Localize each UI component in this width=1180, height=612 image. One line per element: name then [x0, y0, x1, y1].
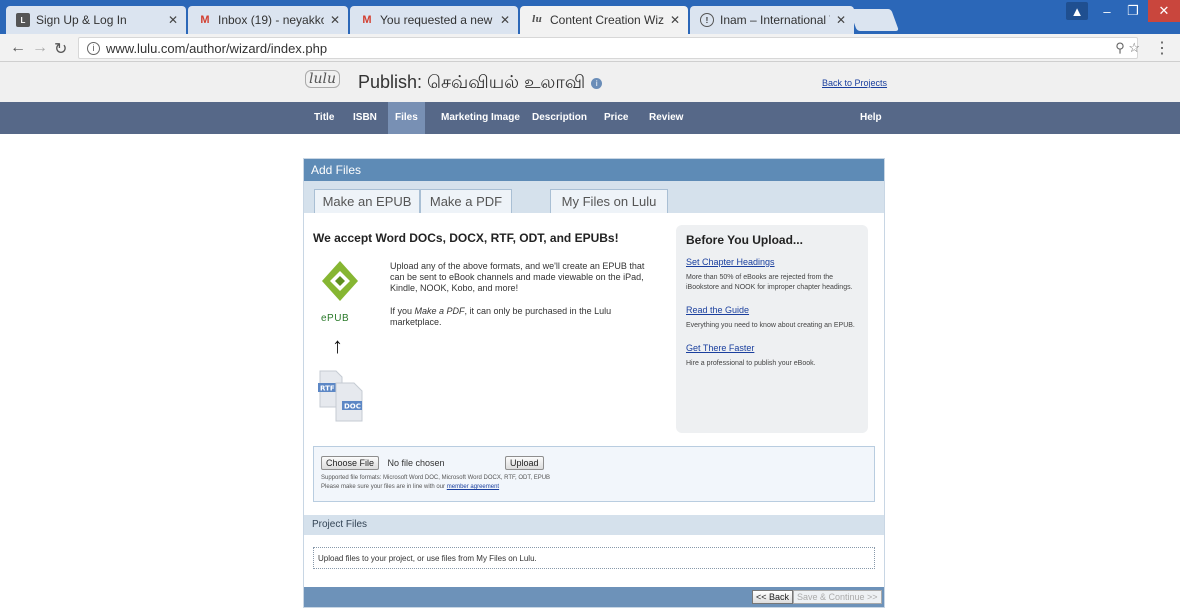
description-pdf: If you Make a PDF, it can only be purcha… [390, 306, 612, 327]
minimize-icon[interactable]: – [1094, 0, 1120, 22]
site-info-icon[interactable]: i [87, 41, 100, 55]
tab-my-files[interactable]: My Files on Lulu [550, 189, 668, 213]
publish-header: lulu Publish: செவ்வியல் உலாவி i Back to P… [0, 62, 1180, 102]
forward-arrow-icon[interactable]: → [32, 39, 48, 57]
browser-tab-inam[interactable]: ! Inam – International Tam ✕ [690, 6, 854, 34]
sidebar-text: Everything you need to know about creati… [686, 322, 855, 329]
nav-help[interactable]: Help [853, 102, 889, 134]
publish-title-text: Publish: செவ்வியல் உலாவி [358, 72, 586, 92]
add-files-panel: Add Files Make an EPUB Make a PDF My Fil… [303, 158, 885, 608]
project-files-heading: Project Files [304, 515, 884, 535]
member-agreement-link[interactable]: member agreement [447, 484, 499, 490]
browser-tab-new-request[interactable]: M You requested a new Lul ✕ [350, 6, 518, 34]
browser-tab-inbox[interactable]: M Inbox (19) - neyakkoo27 ✕ [188, 6, 348, 34]
panel-title: Add Files [304, 159, 884, 181]
description-epub: Upload any of the above formats, and we'… [390, 261, 645, 293]
get-there-faster-link[interactable]: Get There Faster [686, 343, 858, 353]
nav-marketing-image[interactable]: Marketing Image [434, 102, 527, 134]
url-text: www.lulu.com/author/wizard/index.php [106, 40, 328, 56]
sidebar-title: Before You Upload... [686, 233, 803, 247]
inam-icon: ! [700, 13, 714, 27]
set-chapter-headings-link[interactable]: Set Chapter Headings [686, 257, 858, 267]
project-files-box: Upload files to your project, or use fil… [313, 547, 875, 569]
tab-close-icon[interactable]: ✕ [168, 13, 178, 27]
before-upload-sidebar: Before You Upload... Set Chapter Heading… [676, 225, 868, 433]
svg-text:DOC: DOC [344, 403, 361, 411]
save-continue-button[interactable]: Save & Continue >> [793, 590, 882, 604]
nav-price[interactable]: Price [597, 102, 635, 134]
back-to-projects-link[interactable]: Back to Projects [822, 78, 887, 88]
info-icon[interactable]: i [591, 77, 603, 89]
nav-files[interactable]: Files [388, 102, 425, 134]
tab-title: Content Creation Wizard [550, 13, 664, 27]
tab-close-icon[interactable]: ✕ [670, 13, 680, 27]
sidebar-text: Hire a professional to publish your eBoo… [686, 360, 816, 367]
tab-close-icon[interactable]: ✕ [500, 13, 510, 27]
epub-label: ePUB [321, 313, 350, 324]
arrow-up-icon: ↑ [332, 333, 343, 358]
epub-logo-icon [322, 261, 358, 301]
nav-review[interactable]: Review [642, 102, 690, 134]
gmail-icon: M [362, 14, 372, 26]
tab-close-icon[interactable]: ✕ [836, 13, 846, 27]
zoom-icon[interactable]: ⚲ ☆ [1115, 40, 1140, 56]
new-tab-button[interactable] [848, 9, 900, 31]
wizard-footer: << Back Save & Continue >> [304, 587, 884, 607]
lulu-favicon-icon: L [16, 13, 30, 27]
browser-menu-icon[interactable]: ⋮ [1154, 38, 1170, 58]
page-title: Publish: செவ்வியல் உலாவி i [358, 72, 603, 95]
tab-title: You requested a new Lul [380, 13, 494, 27]
choose-file-button[interactable]: Choose File [321, 456, 380, 470]
accept-formats-heading: We accept Word DOCs, DOCX, RTF, ODT, and… [313, 231, 619, 245]
file-tabs: Make an EPUB Make a PDF My Files on Lulu [304, 181, 884, 213]
url-input[interactable]: i www.lulu.com/author/wizard/index.php [78, 37, 1138, 59]
sidebar-text: More than 50% of eBooks are rejected fro… [686, 274, 853, 291]
tab-make-pdf[interactable]: Make a PDF [420, 189, 512, 213]
lulu-favicon-icon: lu [532, 15, 542, 25]
tab-make-epub[interactable]: Make an EPUB [314, 189, 420, 213]
back-arrow-icon[interactable]: ← [10, 39, 26, 57]
browser-tab-signup[interactable]: L Sign Up & Log In ✕ [6, 6, 186, 34]
member-agreement-note: Please make sure your files are in line … [321, 484, 500, 490]
supported-formats: Supported file formats: Microsoft Word D… [321, 475, 551, 481]
tab-title: Inbox (19) - neyakkoo27 [218, 13, 324, 27]
doc-file-icon: DOC [335, 382, 363, 422]
address-bar: ← → ↻ i www.lulu.com/author/wizard/index… [0, 34, 1180, 62]
maximize-icon[interactable]: ❐ [1120, 0, 1146, 22]
tab-title: Sign Up & Log In [36, 13, 127, 27]
window-close-icon[interactable]: ✕ [1148, 0, 1180, 22]
reload-icon[interactable]: ↻ [54, 39, 67, 59]
browser-tab-strip: L Sign Up & Log In ✕ M Inbox (19) - neya… [0, 0, 1180, 34]
svg-text:RTF: RTF [320, 385, 335, 393]
wizard-nav: Title ISBN Files Marketing Image Descrip… [0, 102, 1180, 134]
no-file-text: No file chosen [387, 458, 445, 468]
upload-button[interactable]: Upload [504, 456, 544, 470]
tab-title: Inam – International Tam [720, 13, 830, 27]
nav-isbn[interactable]: ISBN [346, 102, 384, 134]
tab-close-icon[interactable]: ✕ [330, 13, 340, 27]
upload-box: Choose File No file chosen Upload Suppor… [313, 446, 875, 502]
nav-title[interactable]: Title [307, 102, 341, 134]
lulu-logo[interactable]: lulu [305, 70, 340, 88]
browser-tab-content-wizard[interactable]: lu Content Creation Wizard ✕ [520, 6, 688, 34]
read-guide-link[interactable]: Read the Guide [686, 305, 858, 315]
back-button[interactable]: << Back [752, 590, 794, 604]
user-profile-icon[interactable]: ▲ [1066, 2, 1088, 20]
nav-description[interactable]: Description [525, 102, 594, 134]
gmail-icon: M [200, 14, 210, 26]
upload-description: Upload any of the above formats, and we'… [390, 261, 650, 340]
file-format-icons: RTF DOC [318, 370, 363, 422]
